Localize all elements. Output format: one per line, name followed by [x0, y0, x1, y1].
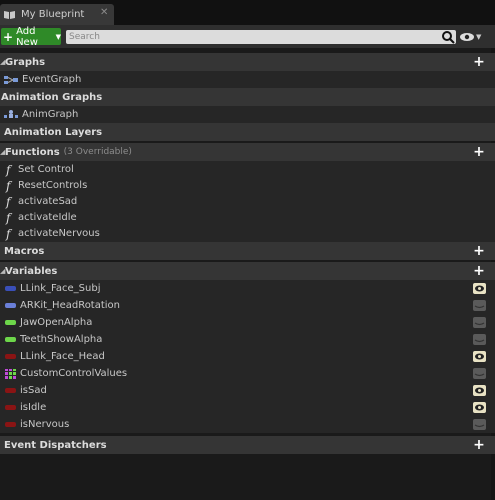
item-label: activateSad [18, 196, 78, 207]
eye-open-icon[interactable] [473, 385, 486, 396]
category-label: Graphs [5, 56, 46, 68]
add-new-button[interactable]: + Add New ▼ [1, 25, 61, 48]
variable-type-icon [5, 303, 16, 308]
search-input[interactable]: Search [66, 30, 456, 44]
list-item-function[interactable]: f activateSad [0, 193, 495, 210]
expand-arrow-icon[interactable]: ◢ [0, 148, 5, 156]
item-label: TeethShowAlpha [20, 334, 103, 345]
eye-open-icon[interactable] [473, 351, 486, 362]
category-label: Animation Graphs [1, 91, 103, 103]
close-icon[interactable]: ✕ [100, 7, 108, 18]
caret-down-icon: ▼ [476, 33, 482, 41]
overridable-count: (3 Overridable) [63, 147, 132, 157]
list-item-animgraph[interactable]: AnimGraph [0, 106, 495, 123]
category-label: Animation Layers [4, 126, 103, 138]
list-item-variable[interactable]: CustomControlValues [0, 365, 495, 382]
add-variable-button[interactable]: + [473, 264, 485, 278]
add-function-button[interactable]: + [473, 145, 485, 159]
category-label: Variables [5, 265, 58, 277]
map-variable-icon [5, 368, 16, 379]
variable-type-icon [5, 422, 16, 427]
add-new-label: Add New [16, 25, 38, 48]
expand-arrow-icon[interactable]: ◢ [0, 267, 5, 275]
list-item-variable[interactable]: TeethShowAlpha [0, 331, 495, 348]
item-label: ARKit_HeadRotation [20, 300, 121, 311]
list-item-eventgraph[interactable]: EventGraph [0, 71, 495, 88]
item-label: Set Control [18, 164, 74, 175]
function-icon: f [6, 194, 11, 209]
plus-icon: + [3, 29, 14, 44]
tab-title: My Blueprint [21, 9, 85, 20]
caret-down-icon: ▼ [55, 32, 61, 41]
list-item-function[interactable]: f activateIdle [0, 209, 495, 226]
item-label: AnimGraph [22, 109, 79, 120]
list-item-variable[interactable]: ARKit_HeadRotation [0, 297, 495, 314]
item-label: activateIdle [18, 212, 77, 223]
list-item-variable[interactable]: LLink_Face_Head [0, 348, 495, 365]
item-label: ResetControls [18, 180, 88, 191]
list-item-variable[interactable]: JawOpenAlpha [0, 314, 495, 331]
eye-open-icon[interactable] [473, 402, 486, 413]
category-variables[interactable]: ◢ Variables + [0, 262, 495, 280]
eye-closed-icon[interactable] [473, 419, 486, 430]
category-animation-graphs[interactable]: Animation Graphs [0, 88, 495, 106]
item-label: isSad [20, 385, 47, 396]
variable-type-icon [5, 405, 16, 410]
variable-type-icon [5, 320, 16, 325]
item-label: LLink_Face_Head [20, 351, 105, 362]
add-macro-button[interactable]: + [473, 244, 485, 258]
search-icon[interactable] [441, 30, 455, 44]
function-icon: f [6, 226, 11, 241]
item-label: LLink_Face_Subj [20, 283, 101, 294]
event-graph-icon [4, 75, 18, 85]
tab-my-blueprint[interactable]: My Blueprint ✕ [0, 4, 114, 25]
category-label: Functions [5, 146, 60, 158]
function-icon: f [6, 178, 11, 193]
list-item-variable[interactable]: LLink_Face_Subj [0, 280, 495, 297]
eye-closed-icon[interactable] [473, 368, 486, 379]
eye-open-icon[interactable] [473, 283, 486, 294]
variable-type-icon [5, 388, 16, 393]
view-options-button[interactable]: ▼ [459, 31, 483, 43]
variable-type-icon [5, 354, 16, 359]
function-icon: f [6, 210, 11, 225]
tab-bar: My Blueprint ✕ [0, 0, 495, 25]
category-functions[interactable]: ◢ Functions (3 Overridable) + [0, 143, 495, 161]
list-item-function[interactable]: f Set Control [0, 161, 495, 178]
variable-type-icon [5, 286, 16, 291]
item-label: isIdle [20, 402, 47, 413]
item-label: EventGraph [22, 74, 82, 85]
list-item-function[interactable]: f ResetControls [0, 177, 495, 194]
add-event-dispatcher-button[interactable]: + [473, 438, 485, 452]
add-graph-button[interactable]: + [473, 55, 485, 69]
item-label: JawOpenAlpha [20, 317, 93, 328]
toolbar: + Add New ▼ Search [0, 25, 495, 48]
eye-closed-icon[interactable] [473, 317, 486, 328]
book-icon [4, 10, 15, 19]
list-item-variable[interactable]: isIdle [0, 399, 495, 416]
eye-icon [460, 33, 474, 41]
category-event-dispatchers[interactable]: Event Dispatchers + [0, 436, 495, 454]
item-label: isNervous [20, 419, 70, 430]
anim-graph-icon [4, 109, 18, 120]
eye-closed-icon[interactable] [473, 334, 486, 345]
item-label: CustomControlValues [20, 368, 128, 379]
category-label: Macros [4, 245, 45, 257]
category-macros[interactable]: Macros + [0, 242, 495, 260]
category-graphs[interactable]: ◢ Graphs + [0, 53, 495, 71]
eye-closed-icon[interactable] [473, 300, 486, 311]
list-item-function[interactable]: f activateNervous [0, 225, 495, 242]
list-item-variable[interactable]: isNervous [0, 416, 495, 433]
item-label: activateNervous [18, 228, 100, 239]
list-item-variable[interactable]: isSad [0, 382, 495, 399]
variable-type-icon [5, 337, 16, 342]
category-label: Event Dispatchers [4, 439, 107, 451]
expand-arrow-icon[interactable]: ◢ [0, 58, 5, 66]
category-animation-layers[interactable]: Animation Layers [0, 123, 495, 141]
function-icon: f [6, 162, 11, 177]
